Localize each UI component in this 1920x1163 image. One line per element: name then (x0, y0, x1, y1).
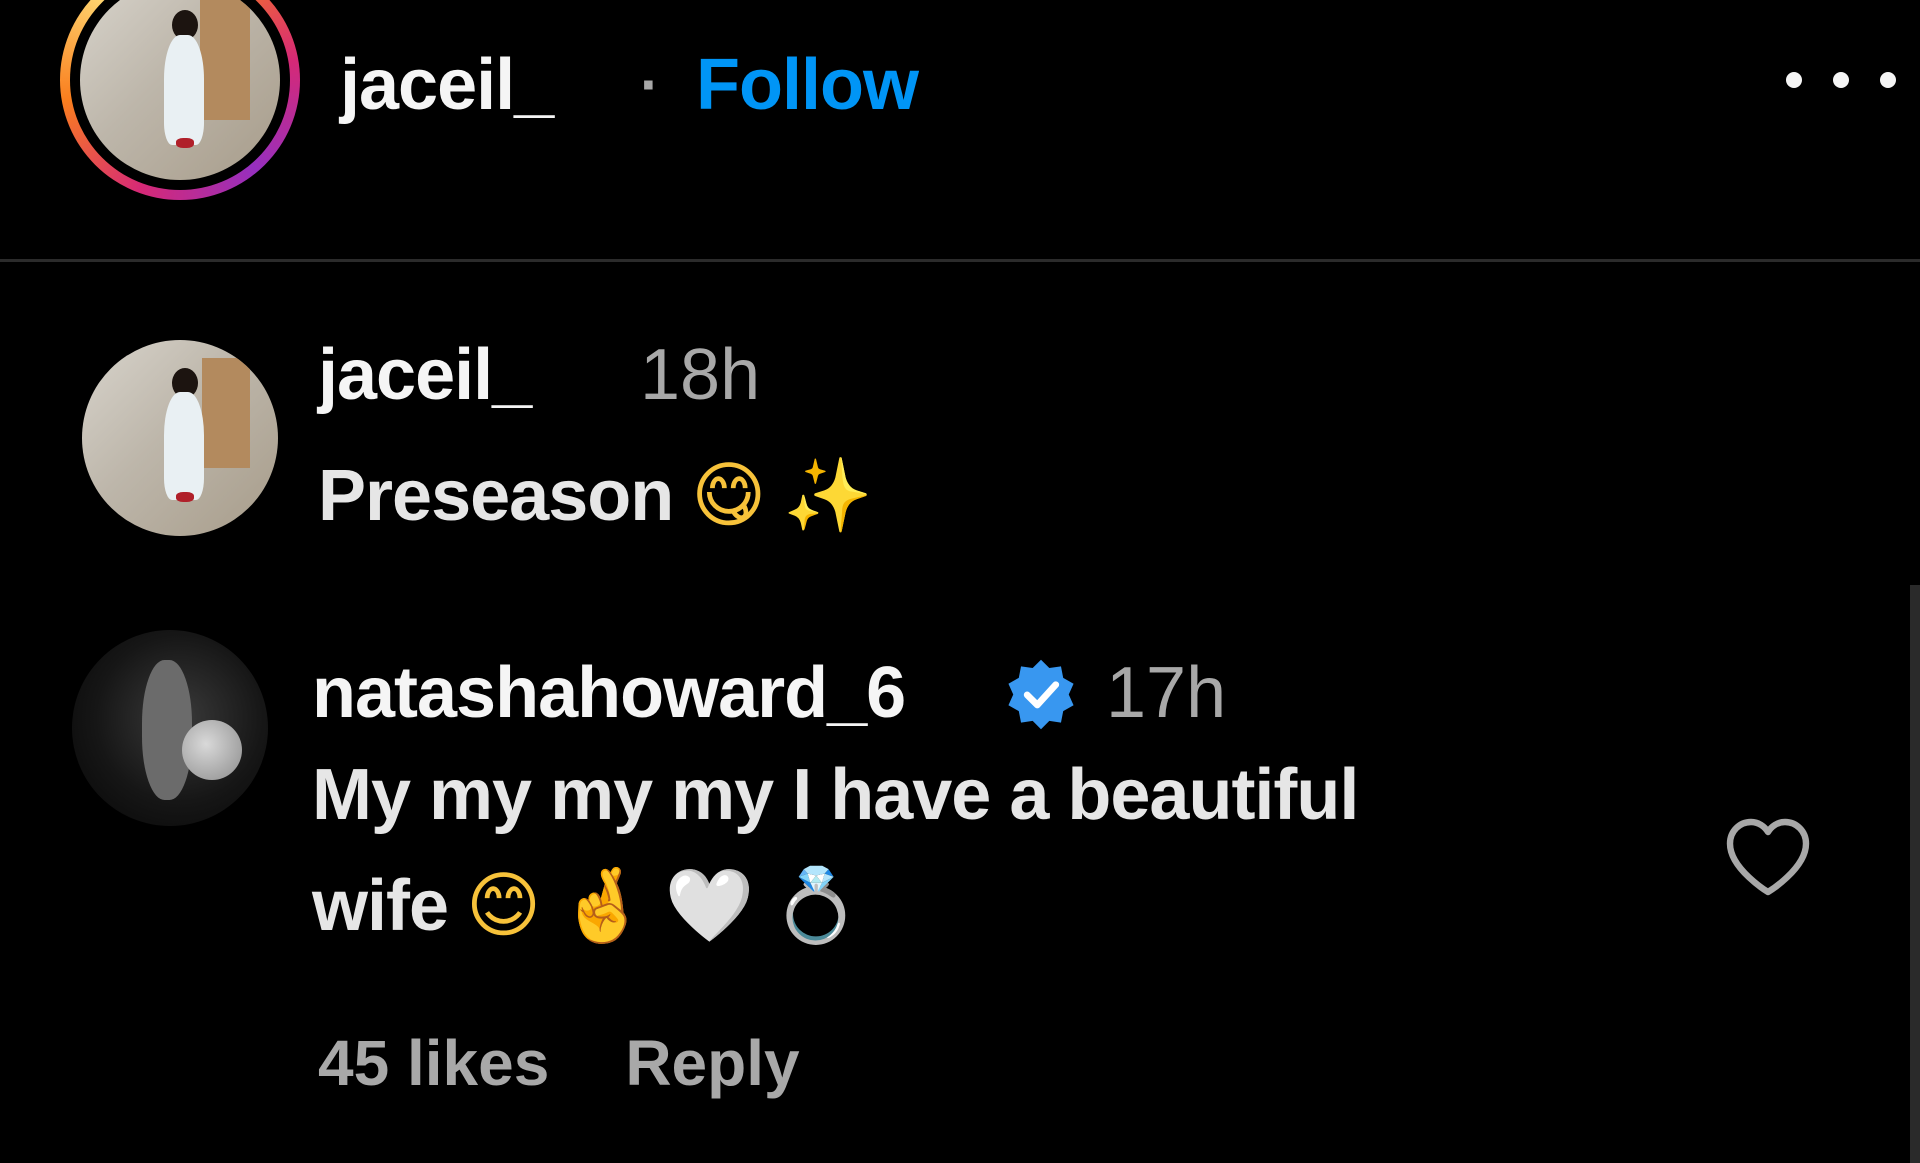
story-ring[interactable] (60, 0, 300, 200)
separator-dot: · (640, 51, 660, 118)
post-header: jaceil_ · Follow (0, 0, 1920, 262)
comment-username[interactable]: jaceil_ (318, 330, 532, 420)
verified-badge-icon (1008, 659, 1074, 730)
likes-count[interactable]: 45 likes (318, 1027, 549, 1099)
crossed-fingers-emoji: 🤞 (558, 863, 648, 947)
more-options-icon[interactable] (1786, 60, 1896, 100)
sparkles-emoji: ✨ (783, 453, 873, 537)
comment-meta: 45 likes Reply (318, 1018, 800, 1108)
scrollbar[interactable] (1910, 585, 1920, 1163)
follow-button[interactable]: Follow (696, 40, 919, 130)
natasha-avatar[interactable] (72, 630, 268, 826)
comment-username[interactable]: natashahoward_6 (312, 648, 906, 738)
header-username[interactable]: jaceil_ (340, 40, 554, 130)
comment-timestamp[interactable]: 18h (640, 330, 760, 420)
heart-outline-icon[interactable] (1720, 810, 1816, 906)
comment-text: My my my my I have a beautiful wife 😊 🤞 🤍 💍 (312, 740, 1359, 961)
white-heart-emoji: 🤍 (664, 863, 755, 947)
smiling-face-emoji: 😊 (466, 863, 541, 947)
reply-button[interactable]: Reply (625, 1027, 799, 1099)
yummy-face-emoji: 😋 (691, 453, 766, 537)
comment-timestamp[interactable]: 17h (1106, 648, 1226, 738)
caption-avatar[interactable] (82, 340, 278, 536)
ring-emoji: 💍 (771, 863, 861, 947)
comment-text: Preseason 😋 ✨ (318, 440, 873, 551)
